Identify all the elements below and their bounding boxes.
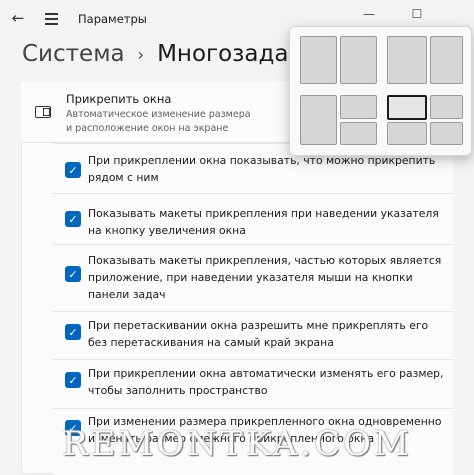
checkbox[interactable]: ✓ bbox=[65, 266, 81, 282]
navigation-menu-button[interactable] bbox=[42, 8, 62, 28]
maximize-button[interactable]: ☐ bbox=[404, 6, 430, 22]
checkmark-icon: ✓ bbox=[68, 325, 78, 339]
option-row[interactable]: ✓ При перетаскивании окна разрешить мне … bbox=[53, 311, 453, 359]
app-title: Параметры bbox=[78, 12, 147, 26]
arrow-left-icon: ← bbox=[11, 9, 25, 27]
option-label: При прикреплении окна автоматически изме… bbox=[88, 367, 444, 397]
snap-layout-4-zone-top-left-selected[interactable] bbox=[387, 95, 427, 120]
option-label: При перетаскивании окна разрешить мне пр… bbox=[88, 319, 429, 349]
minimize-icon: — bbox=[363, 7, 375, 21]
checkbox[interactable]: ✓ bbox=[65, 372, 81, 388]
snap-layout-3-zone-top-right[interactable] bbox=[340, 95, 377, 119]
checkmark-icon: ✓ bbox=[68, 163, 78, 177]
breadcrumb-separator: › bbox=[137, 44, 145, 64]
snap-layouts-popup bbox=[289, 26, 472, 156]
option-label: Показывать макеты прикрепления при навед… bbox=[88, 207, 439, 237]
snap-layout-4-zone-top-right[interactable] bbox=[430, 95, 463, 119]
checkmark-icon: ✓ bbox=[68, 212, 78, 226]
snap-layout-3-zone-left[interactable] bbox=[300, 95, 337, 145]
breadcrumb-parent[interactable]: Система bbox=[22, 41, 125, 67]
snap-layout-4-zone-bottom-left[interactable] bbox=[387, 122, 427, 145]
checkmark-icon: ✓ bbox=[68, 421, 78, 435]
snap-layout-2-zone-right[interactable] bbox=[430, 36, 463, 84]
checkbox[interactable]: ✓ bbox=[65, 211, 81, 227]
option-row[interactable]: ✓ При прикреплении окна автоматически из… bbox=[53, 359, 453, 408]
option-row[interactable]: ✓ Показывать макеты прикрепления, частью… bbox=[53, 244, 453, 311]
checkbox[interactable]: ✓ bbox=[65, 162, 81, 178]
checkmark-icon: ✓ bbox=[68, 373, 78, 387]
back-button[interactable]: ← bbox=[8, 8, 28, 28]
checkbox[interactable]: ✓ bbox=[65, 324, 81, 340]
snap-layout-2-zone-left[interactable] bbox=[387, 36, 427, 84]
minimize-button[interactable]: — bbox=[356, 6, 382, 22]
snap-layout-1-zone-left[interactable] bbox=[300, 36, 337, 84]
option-label: Показывать макеты прикрепления, частью к… bbox=[88, 254, 442, 301]
option-row[interactable]: ✓ При изменении размера прикрепленного о… bbox=[53, 408, 453, 475]
option-label: При изменении размера прикрепленного окн… bbox=[88, 415, 442, 445]
maximize-icon: ☐ bbox=[411, 7, 423, 21]
snap-windows-subtitle: Автоматическое изменение размера и распо… bbox=[66, 109, 251, 134]
checkbox[interactable]: ✓ bbox=[65, 420, 81, 436]
option-row[interactable]: ✓ Показывать макеты прикрепления при нав… bbox=[53, 193, 453, 244]
snap-window-icon bbox=[35, 106, 51, 118]
snap-layout-1-zone-right[interactable] bbox=[340, 36, 377, 84]
snap-layout-4-zone-bottom-right[interactable] bbox=[430, 122, 463, 145]
snap-windows-title: Прикрепить окна bbox=[66, 92, 172, 106]
snap-layout-3-zone-bottom-right[interactable] bbox=[340, 122, 377, 145]
option-label: При прикреплении окна показывать, что мо… bbox=[88, 154, 436, 184]
checkmark-icon: ✓ bbox=[68, 267, 78, 281]
hamburger-menu-icon bbox=[45, 13, 58, 15]
